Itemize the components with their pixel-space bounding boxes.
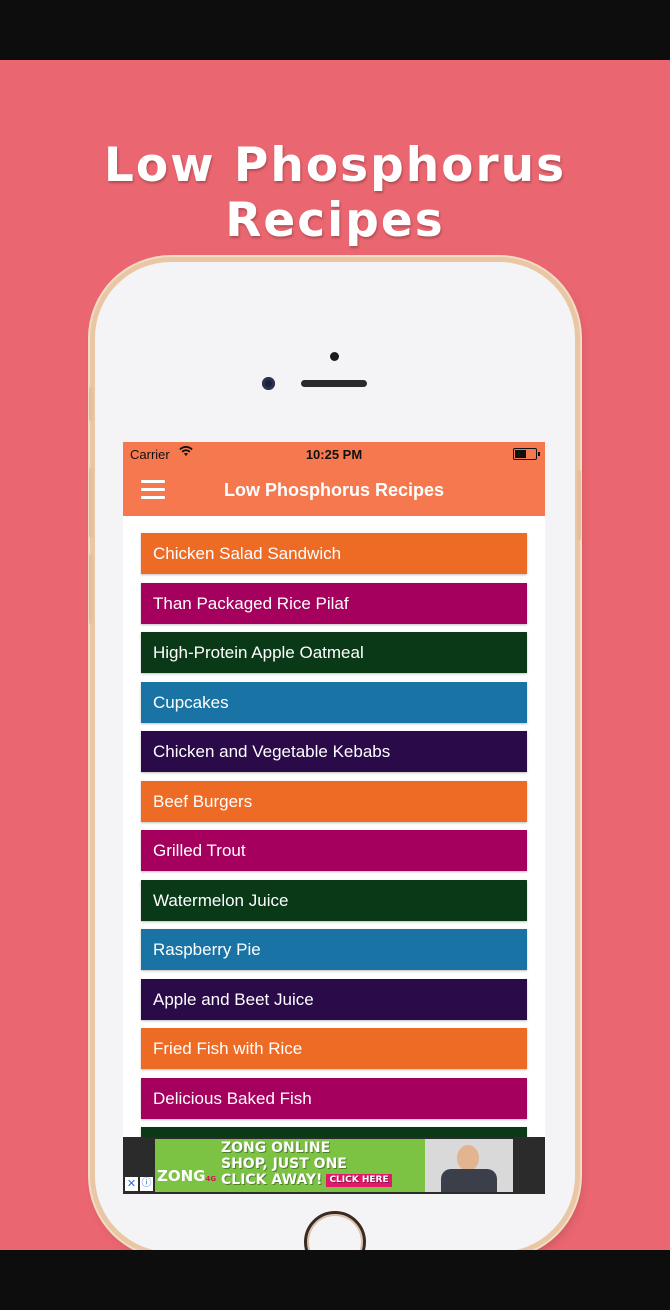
ad-line-1: ZONG ONLINE — [221, 1140, 331, 1156]
bottom-black-band — [0, 1250, 670, 1310]
phone-frame: Carrier 10:25 PM Low Phosphorus Recipes … — [89, 262, 581, 1250]
ad-line-3: CLICK AWAY! CLICK HERE — [221, 1172, 392, 1188]
app-bar: Low Phosphorus Recipes — [123, 466, 545, 516]
recipe-list-item[interactable]: Raspberry Pie — [141, 929, 527, 970]
recipe-list-item[interactable]: Beef Burgers — [141, 780, 527, 822]
status-time: 10:25 PM — [305, 447, 363, 462]
battery-icon — [513, 448, 540, 460]
volume-down-button — [89, 554, 93, 624]
app-bar-title: Low Phosphorus Recipes — [223, 480, 445, 500]
promo-background: Low Phosphorus Recipes Carrier 10:25 PM … — [0, 60, 670, 1250]
power-button — [577, 470, 581, 540]
recipe-list-item[interactable]: Watermelon Juice — [141, 879, 527, 921]
ad-copy: ZONG ONLINE SHOP, JUST ONE CLICK AWAY! CL… — [221, 1140, 392, 1188]
app-screen: Carrier 10:25 PM Low Phosphorus Recipes … — [123, 442, 545, 1194]
status-bar: Carrier 10:25 PM — [123, 442, 545, 466]
ad-brand-logo: ZONG4G — [157, 1167, 216, 1185]
recipe-list-item[interactable]: Apple and Beet Juice — [141, 978, 527, 1020]
ad-brand-suffix: 4G — [205, 1175, 217, 1183]
recipe-list-item[interactable]: High-Protein Apple Oatmeal — [141, 632, 527, 673]
recipe-list-item[interactable]: Delicious Baked Fish — [141, 1077, 527, 1119]
ad-close-icon[interactable]: ✕ — [125, 1177, 138, 1191]
recipe-list: Chicken Salad Sandwich Than Packaged Rice… — [141, 533, 527, 1177]
proximity-sensor — [330, 352, 339, 361]
mute-switch — [89, 387, 93, 421]
recipe-list-item[interactable]: Grilled Trout — [141, 830, 527, 871]
recipe-list-item[interactable]: Fried Fish with Rice — [141, 1028, 527, 1069]
front-camera — [262, 377, 275, 390]
recipe-list-item[interactable]: Chicken Salad Sandwich — [141, 533, 527, 574]
ad-person-image — [425, 1139, 513, 1192]
recipe-list-item[interactable]: Cupcakes — [141, 681, 527, 723]
recipe-list-item[interactable]: Than Packaged Rice Pilaf — [141, 582, 527, 624]
ad-brand-text: ZONG — [157, 1167, 206, 1185]
promo-headline: Low Phosphorus Recipes — [103, 138, 567, 248]
home-button[interactable] — [304, 1211, 366, 1250]
ad-line-2: SHOP, JUST ONE — [221, 1156, 347, 1172]
ad-line-3-text: CLICK AWAY! — [221, 1172, 323, 1188]
earpiece-speaker — [301, 380, 367, 387]
top-black-band — [0, 0, 670, 60]
ad-click-here-button[interactable]: CLICK HERE — [326, 1173, 392, 1187]
ad-banner-container: ✕ ⓘ ZONG4G ZONG ONLINE SHOP, JUST ONE CL… — [123, 1137, 545, 1194]
ad-banner[interactable]: ZONG4G ZONG ONLINE SHOP, JUST ONE CLICK … — [155, 1139, 513, 1192]
volume-up-button — [89, 468, 93, 538]
recipe-list-item[interactable]: Chicken and Vegetable Kebabs — [141, 731, 527, 772]
ad-info-icon[interactable]: ⓘ — [140, 1177, 153, 1191]
